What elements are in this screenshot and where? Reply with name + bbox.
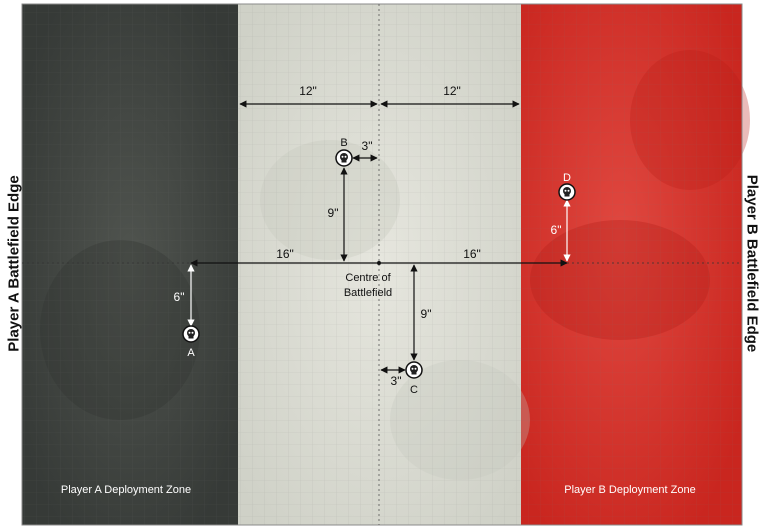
- objective-label-b: B: [340, 137, 347, 149]
- measure-b-vertical-label: 9": [328, 206, 339, 220]
- objective-marker-c: [405, 361, 423, 379]
- objective-label-d: D: [563, 172, 571, 184]
- battlefield-map: 12" 12" 16" 16" Centre of Battlefield 9"…: [21, 3, 750, 526]
- player-a-edge-label: Player A Battlefield Edge: [5, 175, 23, 352]
- objective-marker-a: [182, 325, 200, 343]
- measure-c-side-label: 3": [391, 374, 402, 388]
- player-a-zone-label: Player A Deployment Zone: [61, 484, 191, 496]
- player-b-edge-label: Player B Battlefield Edge: [743, 174, 761, 353]
- centre-point: [377, 261, 381, 265]
- objective-marker-d: [558, 183, 576, 201]
- measure-top-right-label: 12": [443, 84, 461, 98]
- objective-marker-b: [335, 149, 353, 167]
- measure-mid-right-label: 16": [463, 247, 481, 261]
- objective-label-a: A: [187, 347, 195, 359]
- measure-d-vertical-label: 6": [551, 223, 562, 237]
- measure-top-left-label: 12": [299, 84, 317, 98]
- centre-label-line1: Centre of: [345, 272, 391, 284]
- measure-a-vertical-label: 6": [174, 290, 185, 304]
- centre-label-line2: Battlefield: [344, 287, 392, 299]
- player-b-zone-label: Player B Deployment Zone: [564, 484, 695, 496]
- measure-b-side-label: 3": [362, 139, 373, 153]
- measure-mid-left-label: 16": [276, 247, 294, 261]
- objective-label-c: C: [410, 384, 418, 396]
- measure-c-vertical-label: 9": [421, 307, 432, 321]
